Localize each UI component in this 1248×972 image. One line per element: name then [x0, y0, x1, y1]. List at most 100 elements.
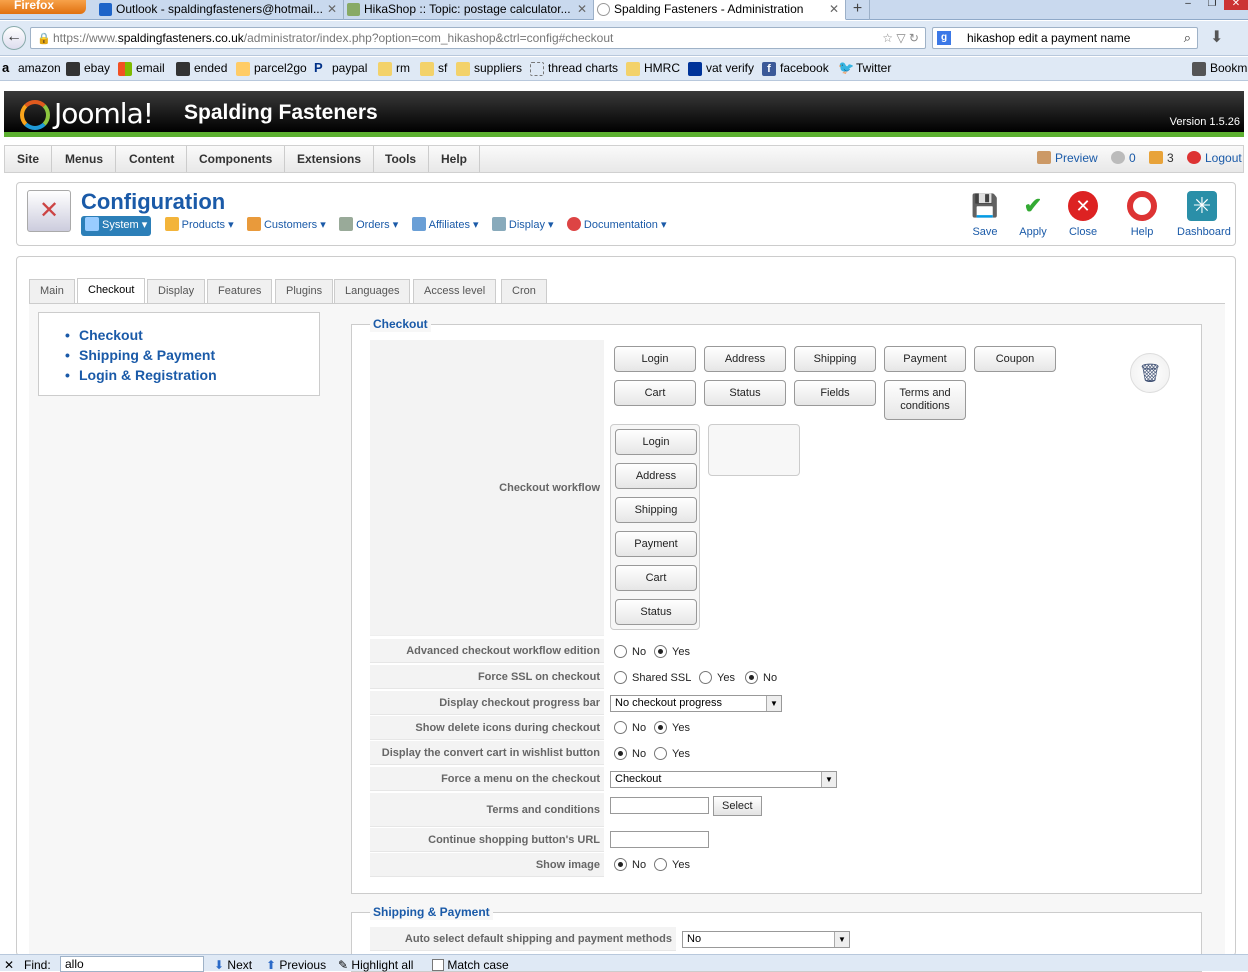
- back-button[interactable]: ←: [2, 26, 26, 50]
- show-image-yes[interactable]: Yes: [654, 858, 690, 871]
- bookmark-star-icon[interactable]: ☆ ▽ ↻: [882, 31, 919, 45]
- tab-features[interactable]: Features: [207, 279, 273, 303]
- download-icon[interactable]: ⬇: [1210, 27, 1223, 47]
- bookmark-amazon[interactable]: a amazon: [2, 60, 61, 77]
- trash-icon[interactable]: 🗑: [1130, 353, 1170, 393]
- submenu-display[interactable]: Display ▾: [491, 216, 554, 236]
- delete-icons-yes[interactable]: Yes: [654, 721, 690, 734]
- delete-icons-no[interactable]: No: [614, 721, 646, 734]
- url-bar[interactable]: 🔒 https://www.spaldingfasteners.co.uk/ad…: [30, 27, 926, 49]
- new-tab-button[interactable]: +: [846, 0, 870, 20]
- available-login[interactable]: Login: [614, 346, 696, 372]
- available-shipping[interactable]: Shipping: [794, 346, 876, 372]
- menu-content[interactable]: Content: [117, 146, 188, 172]
- browser-tab-hikashop[interactable]: HikaShop :: Topic: postage calculator...…: [344, 0, 594, 20]
- match-case-checkbox[interactable]: Match case: [432, 958, 509, 972]
- menu-site[interactable]: Site: [5, 146, 53, 172]
- workflow-step-cart[interactable]: Cart: [615, 565, 697, 591]
- tab-plugins[interactable]: Plugins: [275, 279, 334, 303]
- search-bar[interactable]: g hikashop edit a payment name ⌕: [932, 27, 1198, 49]
- workflow-drop-zone[interactable]: [708, 424, 800, 476]
- bookmark-suppliers[interactable]: suppliers: [456, 61, 522, 77]
- terms-input[interactable]: [610, 797, 709, 814]
- bookmark-facebook[interactable]: f facebook: [762, 61, 829, 77]
- find-previous-button[interactable]: ⬆ Previous: [266, 958, 326, 972]
- nav-checkout[interactable]: Checkout: [65, 327, 143, 343]
- available-cart[interactable]: Cart: [614, 380, 696, 406]
- bookmark-ended[interactable]: ended: [176, 61, 227, 77]
- apply-button[interactable]: ✔ Apply: [1008, 191, 1058, 238]
- wishlist-yes[interactable]: Yes: [654, 747, 690, 760]
- menu-extensions[interactable]: Extensions: [285, 146, 375, 172]
- menu-tools[interactable]: Tools: [373, 146, 430, 172]
- workflow-step-login[interactable]: Login: [615, 429, 697, 455]
- find-close-icon[interactable]: ✕: [4, 958, 14, 972]
- nav-shipping-payment[interactable]: Shipping & Payment: [65, 347, 215, 363]
- nav-login-registration[interactable]: Login & Registration: [65, 367, 217, 383]
- bookmark-vat-verify[interactable]: vat verify: [688, 61, 754, 77]
- available-fields[interactable]: Fields: [794, 380, 876, 406]
- bookmark-thread-charts[interactable]: thread charts: [530, 61, 618, 77]
- submenu-documentation[interactable]: Documentation ▾: [566, 216, 666, 236]
- available-payment[interactable]: Payment: [884, 346, 966, 372]
- terms-select-button[interactable]: Select: [713, 796, 762, 816]
- bookmark-twitter[interactable]: 🐦 Twitter: [838, 60, 891, 77]
- find-next-button[interactable]: ⬇ Next: [214, 958, 252, 972]
- wishlist-no[interactable]: No: [614, 747, 646, 760]
- firefox-menu-button[interactable]: Firefox: [0, 0, 86, 14]
- submenu-customers[interactable]: Customers ▾: [246, 216, 326, 236]
- workflow-step-shipping[interactable]: Shipping: [615, 497, 697, 523]
- close-button[interactable]: ✕ Close: [1058, 191, 1108, 238]
- window-close-icon[interactable]: ✕: [1224, 0, 1248, 10]
- find-input[interactable]: allo: [60, 956, 204, 972]
- save-button[interactable]: 💾 Save: [960, 191, 1010, 238]
- restore-icon[interactable]: ❐: [1200, 0, 1224, 10]
- bookmark-paypal[interactable]: Ppaypal: [314, 60, 367, 77]
- search-input[interactable]: hikashop edit a payment name: [967, 31, 1130, 45]
- messages-link[interactable]: 0: [1111, 151, 1136, 165]
- ssl-no[interactable]: No: [745, 671, 777, 684]
- workflow-step-payment[interactable]: Payment: [615, 531, 697, 557]
- tab-cron[interactable]: Cron: [501, 279, 547, 303]
- menu-menus[interactable]: Menus: [53, 146, 117, 172]
- available-address[interactable]: Address: [704, 346, 786, 372]
- force-menu-select[interactable]: Checkout ▼: [610, 771, 837, 788]
- close-icon[interactable]: ✕: [829, 0, 839, 18]
- ssl-shared[interactable]: Shared SSL: [614, 671, 691, 684]
- auto-select-select[interactable]: No ▼: [682, 931, 850, 948]
- dashboard-button[interactable]: ✳ Dashboard: [1177, 191, 1231, 238]
- tab-display[interactable]: Display: [147, 279, 206, 303]
- menu-help[interactable]: Help: [429, 146, 481, 172]
- browser-tab-admin[interactable]: Spalding Fasteners - Administration ✕: [594, 0, 846, 20]
- bookmark-parcel2go[interactable]: parcel2go: [236, 61, 307, 77]
- workflow-step-status[interactable]: Status: [615, 599, 697, 625]
- close-icon[interactable]: ✕: [577, 0, 587, 18]
- browser-tab-outlook[interactable]: Outlook - spaldingfasteners@hotmail... ✕: [96, 0, 344, 20]
- minimize-icon[interactable]: –: [1176, 0, 1200, 10]
- workflow-step-address[interactable]: Address: [615, 463, 697, 489]
- tab-languages[interactable]: Languages: [334, 279, 411, 303]
- bookmark-hmrc[interactable]: HMRC: [626, 61, 680, 77]
- tab-access-level[interactable]: Access level: [413, 279, 497, 303]
- bookmarks-menu[interactable]: Bookm: [1192, 61, 1247, 77]
- search-icon[interactable]: ⌕: [1184, 30, 1191, 46]
- advanced-workflow-no[interactable]: No: [614, 645, 646, 658]
- ssl-yes[interactable]: Yes: [699, 671, 735, 684]
- available-coupon[interactable]: Coupon: [974, 346, 1056, 372]
- advanced-workflow-yes[interactable]: Yes: [654, 645, 690, 658]
- bookmark-sf[interactable]: sf: [420, 61, 447, 77]
- show-image-no[interactable]: No: [614, 858, 646, 871]
- users-link[interactable]: 3: [1149, 151, 1174, 165]
- submenu-system[interactable]: System ▾: [81, 216, 152, 236]
- continue-url-input[interactable]: [610, 831, 709, 848]
- help-button[interactable]: Help: [1117, 191, 1167, 238]
- bookmark-ebay[interactable]: ebay: [66, 61, 110, 77]
- bookmark-email[interactable]: email: [118, 61, 165, 77]
- preview-link[interactable]: Preview: [1037, 151, 1098, 165]
- available-status[interactable]: Status: [704, 380, 786, 406]
- progress-bar-select[interactable]: No checkout progress ▼: [610, 695, 782, 712]
- menu-components[interactable]: Components: [187, 146, 286, 172]
- bookmark-rm[interactable]: rm: [378, 61, 410, 77]
- submenu-products[interactable]: Products ▾: [164, 216, 234, 236]
- logout-link[interactable]: Logout: [1187, 151, 1242, 165]
